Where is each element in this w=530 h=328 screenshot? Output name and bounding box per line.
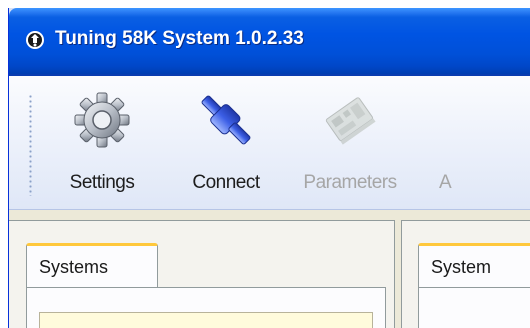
connector-icon [201, 95, 251, 145]
title-bar[interactable]: Tuning 58K System 1.0.2.33 [9, 8, 530, 76]
tab-systems-label: Systems [39, 257, 109, 277]
system-tab-body [418, 287, 530, 328]
tab-system[interactable]: System [418, 243, 530, 287]
system-panel: System [401, 220, 530, 328]
circuit-board-icon [325, 97, 376, 145]
main-toolbar: Settings Connect Parameters A [9, 76, 530, 210]
gear-icon [74, 92, 130, 148]
toolbar-grip[interactable] [29, 94, 32, 196]
tab-system-label: System [431, 257, 492, 277]
parameters-label: Parameters [303, 172, 397, 193]
app-window: Tuning 58K System 1.0.2.33 Settings Conn… [8, 8, 530, 328]
connect-label: Connect [192, 172, 260, 193]
main-content: Systems System [9, 210, 530, 328]
systems-tab-body [26, 287, 386, 328]
parameters-button[interactable]: Parameters [295, 90, 405, 200]
connect-button[interactable]: Connect [171, 90, 281, 200]
tab-systems[interactable]: Systems [26, 243, 158, 287]
toolbar-item-4-label: A [439, 172, 452, 193]
toolbar-item-4[interactable]: A [429, 90, 469, 200]
app-logo-icon[interactable] [25, 30, 45, 50]
systems-panel: Systems [9, 220, 395, 328]
window-title: Tuning 58K System 1.0.2.33 [55, 28, 304, 49]
systems-list[interactable] [39, 312, 373, 328]
settings-button[interactable]: Settings [47, 90, 157, 200]
settings-label: Settings [69, 172, 135, 193]
